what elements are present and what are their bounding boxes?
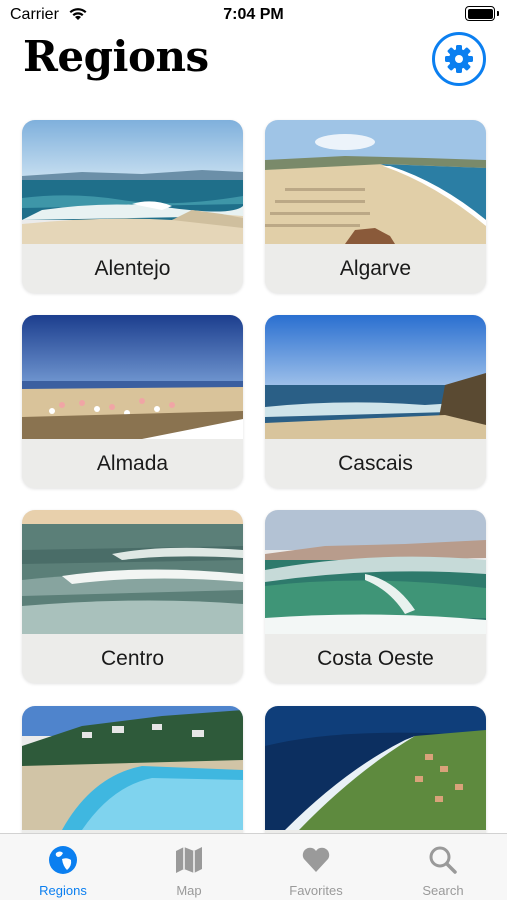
region-photo — [22, 706, 243, 830]
region-card-costa-oeste[interactable]: Costa Oeste — [265, 510, 486, 683]
status-bar: Carrier 7:04 PM — [0, 0, 507, 32]
heart-icon — [302, 847, 330, 872]
region-photo-algarve — [265, 120, 486, 244]
region-card-alentejo[interactable]: Alentejo — [22, 120, 243, 293]
tab-favorites[interactable]: Favorites — [253, 834, 379, 900]
tab-bar: Regions Map Favorites Search — [0, 833, 507, 900]
region-photo-costa-oeste — [265, 510, 486, 634]
region-photo-centro — [22, 510, 243, 634]
settings-button[interactable] — [432, 32, 486, 86]
tab-regions[interactable]: Regions — [0, 834, 126, 900]
globe-icon — [49, 846, 77, 874]
region-name: Almada — [22, 439, 243, 488]
region-card-cascais[interactable]: Cascais — [265, 315, 486, 488]
region-card-almada[interactable]: Almada — [22, 315, 243, 488]
search-icon — [429, 846, 457, 874]
region-photo-alentejo — [22, 120, 243, 244]
map-icon — [176, 847, 202, 873]
region-name: Alentejo — [22, 244, 243, 293]
tab-map[interactable]: Map — [126, 834, 252, 900]
region-photo-cascais — [265, 315, 486, 439]
region-name: Cascais — [265, 439, 486, 488]
region-photo-almada — [22, 315, 243, 439]
tab-label: Map — [176, 883, 202, 898]
battery-icon — [465, 6, 499, 21]
page-title: Regions — [23, 32, 209, 81]
region-card-algarve[interactable]: Algarve — [265, 120, 486, 293]
tab-search[interactable]: Search — [380, 834, 506, 900]
clock: 7:04 PM — [223, 6, 284, 23]
tab-label: Favorites — [289, 883, 343, 898]
region-name: Algarve — [265, 244, 486, 293]
region-photo — [265, 706, 486, 830]
gear-icon — [445, 45, 473, 73]
tab-label: Regions — [39, 883, 87, 898]
tab-label: Search — [422, 883, 464, 898]
region-name: Costa Oeste — [265, 634, 486, 683]
region-card-centro[interactable]: Centro — [22, 510, 243, 683]
region-name: Centro — [22, 634, 243, 683]
